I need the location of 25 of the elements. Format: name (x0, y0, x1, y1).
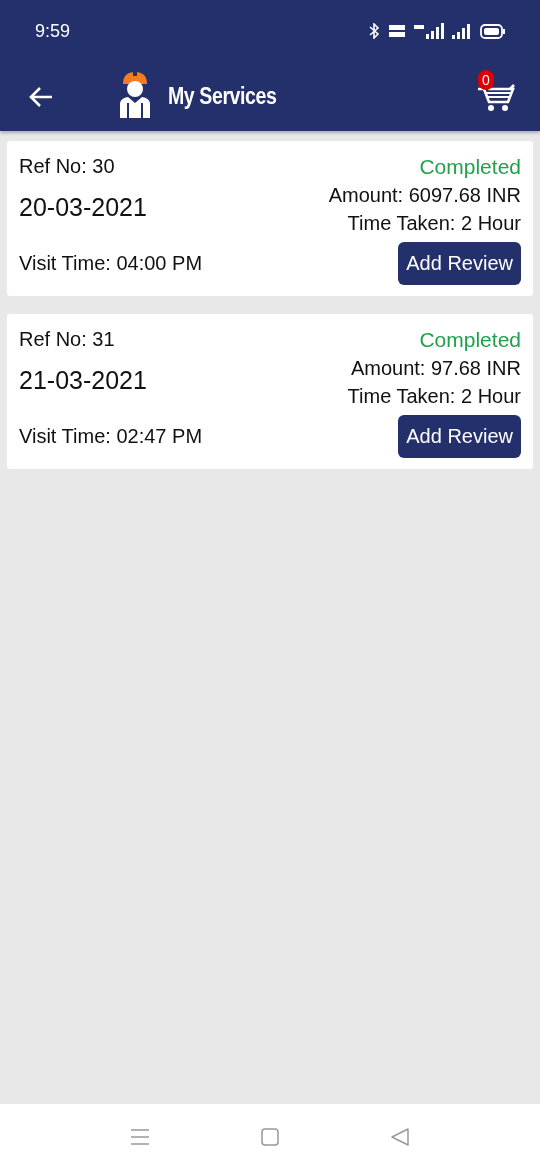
home-icon[interactable] (260, 1127, 280, 1147)
ref-number: Ref No: 30 (19, 155, 115, 178)
signal-icon (452, 23, 472, 39)
back-icon[interactable] (390, 1127, 410, 1147)
page-title: My Services (168, 83, 277, 110)
menu-icon[interactable] (130, 1128, 150, 1146)
service-date: 21-03-2021 (19, 366, 147, 395)
visit-time: Visit Time: 02:47 PM (19, 425, 203, 448)
bluetooth-icon (369, 23, 380, 39)
ref-number: Ref No: 31 (19, 328, 115, 351)
time-taken-text: Time Taken: 2 Hour (347, 212, 521, 235)
signal-icon (414, 23, 444, 39)
status-label: Completed (419, 155, 521, 179)
amount-text: Amount: 97.68 INR (350, 357, 521, 380)
back-arrow-icon[interactable] (28, 85, 54, 108)
status-time: 9:59 (35, 20, 71, 42)
cart-count-badge: 0 (478, 69, 494, 90)
service-date: 20-03-2021 (19, 193, 147, 222)
time-taken-text: Time Taken: 2 Hour (347, 385, 521, 408)
amount-text: Amount: 6097.68 INR (328, 184, 521, 207)
visit-time: Visit Time: 04:00 PM (19, 252, 203, 275)
add-review-button[interactable]: Add Review (398, 242, 521, 285)
add-review-button[interactable]: Add Review (398, 415, 521, 458)
status-label: Completed (419, 328, 521, 352)
battery-icon (480, 23, 506, 39)
